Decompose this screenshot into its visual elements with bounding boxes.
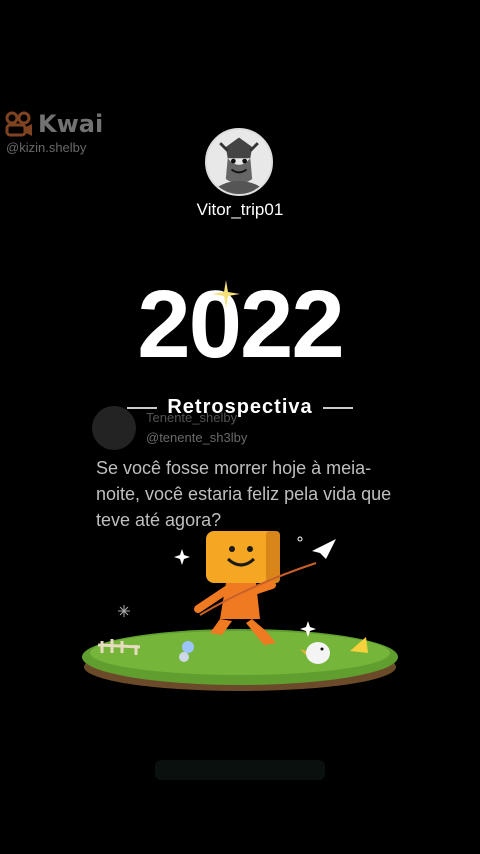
firework-icon [118,605,130,617]
kwai-watermark: Kwai @kizin.shelby [4,110,103,155]
year-title: 2022 [137,271,345,378]
tweet-author-handle: @tenente_sh3lby [146,430,248,445]
tweet-author-name: Tenente_shelby [146,410,238,425]
profile-username[interactable]: Vitor_trip01 [0,200,480,220]
sparkle-icon [212,280,240,308]
samurai-avatar-icon [207,130,271,194]
flower-icon [182,641,194,653]
avatar[interactable] [205,128,273,196]
kwai-logo: Kwai [4,110,103,138]
box-mascot [194,531,280,645]
paper-plane-icon [312,539,336,559]
sparkle-small-icon [174,549,190,565]
tweet-body: Se você fosse morrer hoje à meia-noite, … [96,458,392,530]
subtitle-row: Retrospectiva [0,396,480,419]
kwai-logo-icon [5,111,32,137]
mascot-illustration [82,531,398,691]
divider-left [127,406,158,409]
kwai-handle: @kizin.shelby [6,140,87,155]
kwai-brand-text: Kwai [38,110,104,138]
tweet-avatar [92,406,136,450]
bottom-faded-caption [155,760,325,780]
divider-right [322,406,353,409]
